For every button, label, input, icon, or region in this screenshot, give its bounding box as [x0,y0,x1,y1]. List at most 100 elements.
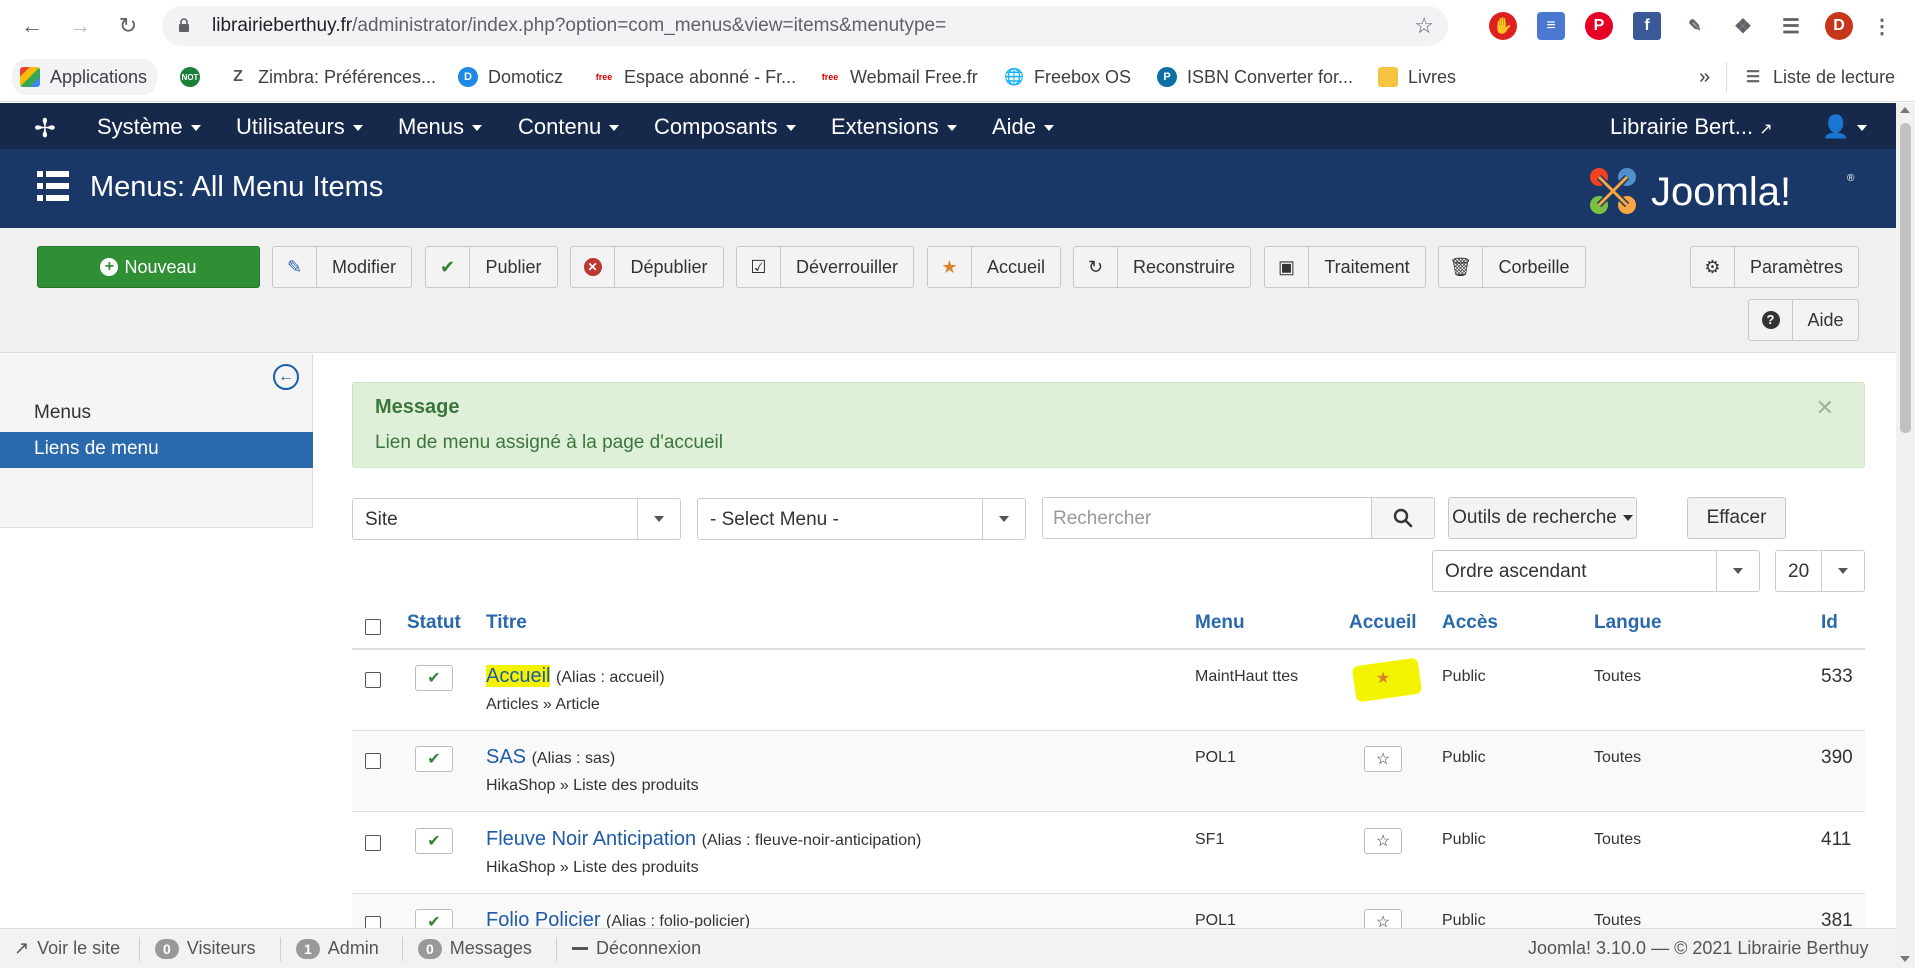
unpublish-button[interactable]: ✕ Dépublier [570,246,724,288]
page-header: Menus: All Menu Items Joomla! ® [0,149,1896,228]
site-link[interactable]: Librairie Bert... ↗ [1610,114,1773,140]
visitors-link[interactable]: 0 Visiteurs [155,938,256,959]
home-star-toggle[interactable]: ☆ [1364,909,1402,928]
options-button[interactable]: ⚙ Paramètres [1690,246,1859,288]
sidebar-item-menus[interactable]: Menus [34,402,91,424]
close-icon[interactable]: ✕ [1816,395,1834,421]
menu-kebab-icon[interactable]: ⋮ [1868,12,1896,40]
item-title-link[interactable]: Folio Policier [486,909,600,928]
menu-extensions[interactable]: Extensions [831,114,957,140]
published-toggle[interactable]: ✔ [415,665,453,691]
user-menu[interactable]: 👤 [1822,114,1868,140]
item-language: Toutes [1594,668,1642,685]
bookmark-not[interactable]: NOT [180,62,200,92]
client-select[interactable]: Site [352,498,681,540]
header-access[interactable]: Accès [1442,612,1498,634]
menu-system[interactable]: Système [97,114,201,140]
playlist-icon[interactable]: ☰ [1777,12,1805,40]
facebook-icon[interactable]: f [1633,12,1661,40]
bookmark-webmail[interactable]: free Webmail Free.fr [820,62,978,92]
check-icon: ✔ [427,833,441,850]
item-title-link[interactable]: Accueil [486,665,551,687]
row-checkbox[interactable] [365,916,381,928]
joomla-logo-icon[interactable]: ✢ [34,113,56,144]
search-button[interactable] [1372,497,1435,539]
header-id[interactable]: Id [1821,612,1838,634]
limit-select[interactable]: 20 [1775,550,1865,592]
publish-button[interactable]: ✔ Publier [425,246,558,288]
eyedropper-icon[interactable]: ✎ [1681,12,1709,40]
item-title-link[interactable]: Fleuve Noir Anticipation [486,828,696,850]
forward-icon[interactable]: → [64,10,96,42]
view-site-link[interactable]: ↗ Voir le site [14,938,120,959]
search-tools-button[interactable]: Outils de recherche [1448,497,1637,539]
row-checkbox[interactable] [365,835,381,851]
back-icon[interactable]: ← [16,10,48,42]
reload-icon[interactable]: ↻ [112,10,144,42]
trash-button[interactable]: 🗑 Corbeille [1438,246,1586,288]
clear-button[interactable]: Effacer [1687,497,1786,539]
checkin-button[interactable]: ☑ Déverrouiller [736,246,914,288]
header-home[interactable]: Accueil [1349,612,1417,634]
select-all-checkbox[interactable] [365,619,381,635]
item-title-link[interactable]: SAS [486,746,526,768]
row-checkbox[interactable] [365,753,381,769]
menu-select[interactable]: - Select Menu - [697,498,1026,540]
reading-list[interactable]: ☰ Liste de lecture [1743,62,1895,92]
scroll-up-icon[interactable] [1900,107,1910,113]
messages-link[interactable]: 0 Messages [418,938,532,959]
extension-icon[interactable]: ≡ [1537,12,1565,40]
bookmarks-more[interactable]: » [1699,62,1710,92]
new-button[interactable]: + Nouveau [37,246,260,288]
chevron-down-icon [637,499,680,539]
pinterest-icon[interactable]: P [1585,12,1613,40]
menu-components[interactable]: Composants [654,114,796,140]
scroll-down-icon[interactable] [1900,956,1910,962]
home-star-toggle[interactable]: ☆ [1364,746,1402,772]
home-star-toggle[interactable]: ☆ [1364,828,1402,854]
home-button[interactable]: ★ Accueil [927,246,1061,288]
divider [280,937,281,961]
edit-button[interactable]: ✎ Modifier [272,246,412,288]
address-bar[interactable]: librairieberthuy.fr/administrator/index.… [162,6,1448,46]
logout-link[interactable]: Déconnexion [572,938,701,959]
bookmark-freebox[interactable]: 🌐 Freebox OS [1004,62,1131,92]
adblock-icon[interactable]: ✋ [1489,12,1517,40]
menu-menus[interactable]: Menus [398,114,483,140]
scrollbar-thumb[interactable] [1900,123,1911,433]
published-toggle[interactable]: ✔ [415,828,453,854]
help-button[interactable]: ? Aide [1748,299,1859,341]
published-toggle[interactable]: ✔ [415,746,453,772]
bookmark-applications[interactable]: Applications [12,59,158,95]
batch-button[interactable]: ▣ Traitement [1264,246,1426,288]
bookmark-isbn[interactable]: P ISBN Converter for... [1157,62,1353,92]
menu-help[interactable]: Aide [992,114,1055,140]
admin-link[interactable]: 1 Admin [296,938,379,959]
collapse-sidebar-icon[interactable]: ← [273,364,299,390]
bookmark-star-icon[interactable]: ☆ [1414,13,1434,39]
external-link-icon: ↗ [14,938,30,958]
header-menu[interactable]: Menu [1195,612,1245,634]
puzzle-icon[interactable]: ❖ [1729,12,1757,40]
header-status[interactable]: Statut [407,612,461,634]
search-input[interactable]: Rechercher [1042,497,1372,539]
sidebar-item-menu-items[interactable]: Liens de menu [0,432,313,468]
profile-avatar[interactable]: D [1825,12,1853,40]
rebuild-button[interactable]: ↻ Reconstruire [1073,246,1251,288]
page-title: Menus: All Menu Items [90,171,384,203]
bookmark-livres[interactable]: Livres [1378,62,1456,92]
published-toggle[interactable]: ✔ [415,909,453,928]
home-star-toggle[interactable]: ★ [1364,665,1402,691]
bookmark-zimbra[interactable]: Z Zimbra: Préférences... [228,62,436,92]
bookmark-domoticz[interactable]: D Domoticz [458,62,563,92]
row-checkbox[interactable] [365,672,381,688]
bookmark-espace-abonne[interactable]: free Espace abonné - Fr... [594,62,796,92]
chevron-down-icon [982,499,1025,539]
page-scrollbar[interactable] [1896,103,1915,968]
menu-content[interactable]: Contenu [518,114,620,140]
header-language[interactable]: Langue [1594,612,1662,634]
ordering-select[interactable]: Ordre ascendant [1432,550,1760,592]
menu-users[interactable]: Utilisateurs [236,114,363,140]
header-title[interactable]: Titre [486,612,527,634]
table-header: Statut Titre Menu Accueil Accès Langue I… [352,604,1865,650]
